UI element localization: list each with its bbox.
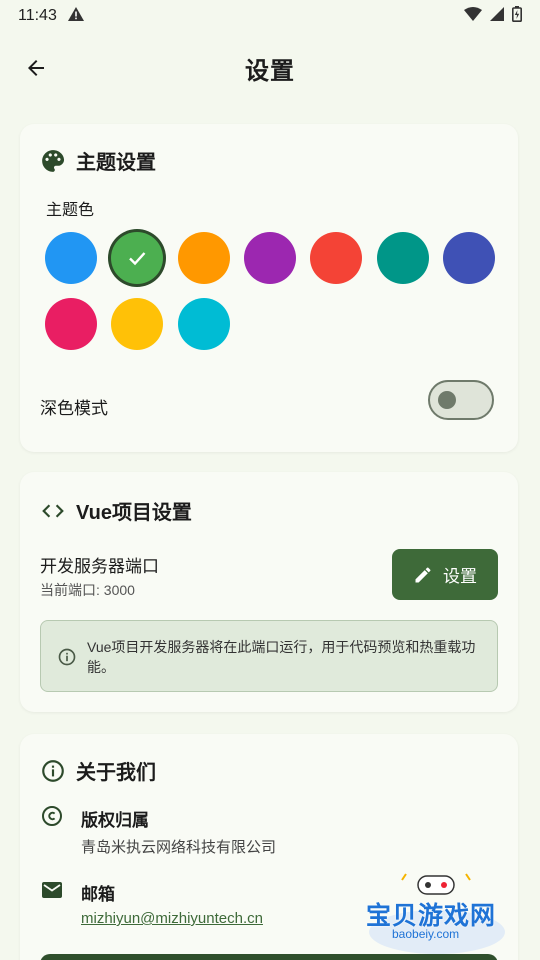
status-time: 11:43 <box>18 7 57 24</box>
color-swatch[interactable] <box>111 232 164 284</box>
warning-icon <box>67 6 85 27</box>
port-info-box: Vue项目开发服务器将在此端口运行，用于代码预览和热重载功能。 <box>40 620 498 692</box>
color-swatch[interactable] <box>45 298 97 350</box>
theme-card-title: 主题设置 <box>76 152 156 174</box>
top-app-bar: 设置 <box>0 32 540 104</box>
about-card-header: 关于我们 <box>40 756 156 785</box>
set-port-button-label: 设置 <box>443 567 477 586</box>
status-bar: 11:43 <box>0 0 540 32</box>
email-icon <box>42 882 62 898</box>
back-button[interactable] <box>22 54 50 82</box>
color-swatch[interactable] <box>310 232 363 284</box>
watermark: 宝贝游戏网 baobeiy.com <box>362 870 512 956</box>
port-info-text: Vue项目开发服务器将在此端口运行，用于代码预览和热重载功能。 <box>87 639 476 675</box>
email-title: 邮箱 <box>81 885 115 904</box>
email-link[interactable]: mizhiyun@mizhiyuntech.cn <box>81 910 263 927</box>
color-swatch[interactable] <box>442 232 495 284</box>
dark-mode-label: 深色模式 <box>40 399 108 418</box>
check-icon <box>129 252 146 266</box>
port-value: 当前端口: 3000 <box>40 582 135 598</box>
signal-icon <box>490 6 504 26</box>
port-label: 开发服务器端口 <box>40 557 159 576</box>
set-port-button[interactable]: 设置 <box>392 549 498 600</box>
battery-icon <box>512 5 522 27</box>
watermark-sub: baobeiy.com <box>392 927 460 941</box>
code-icon <box>42 504 64 517</box>
color-swatch[interactable] <box>45 232 97 284</box>
copyright-title: 版权归属 <box>81 811 149 830</box>
color-swatch[interactable] <box>376 232 429 284</box>
color-swatch[interactable] <box>111 298 164 350</box>
info-outline-icon <box>42 759 64 782</box>
theme-color-label: 主题色 <box>46 202 95 219</box>
info-icon <box>58 648 76 666</box>
vue-card-header: Vue项目设置 <box>40 496 192 525</box>
about-card-title: 关于我们 <box>76 762 156 784</box>
switch-knob <box>438 391 456 409</box>
dark-mode-switch[interactable] <box>428 380 494 420</box>
palette-icon <box>42 149 65 172</box>
vue-settings-card: Vue项目设置 开发服务器端口 当前端口: 3000 设置 Vue项目开发服务器… <box>20 472 518 712</box>
copyright-value: 青岛米执云网络科技有限公司 <box>81 839 277 856</box>
theme-card-header: 主题设置 <box>40 146 156 175</box>
page-title: 设置 <box>245 57 295 85</box>
edit-icon <box>415 566 431 582</box>
color-swatch[interactable] <box>177 298 230 350</box>
copyright-icon <box>42 806 62 826</box>
wifi-icon <box>464 6 482 26</box>
color-swatch[interactable] <box>177 232 230 284</box>
vue-card-title: Vue项目设置 <box>76 502 192 524</box>
theme-settings-card: 主题设置 主题色 深色模式 <box>20 124 518 452</box>
color-swatch[interactable] <box>243 232 296 284</box>
arrow-back-icon <box>28 60 44 76</box>
